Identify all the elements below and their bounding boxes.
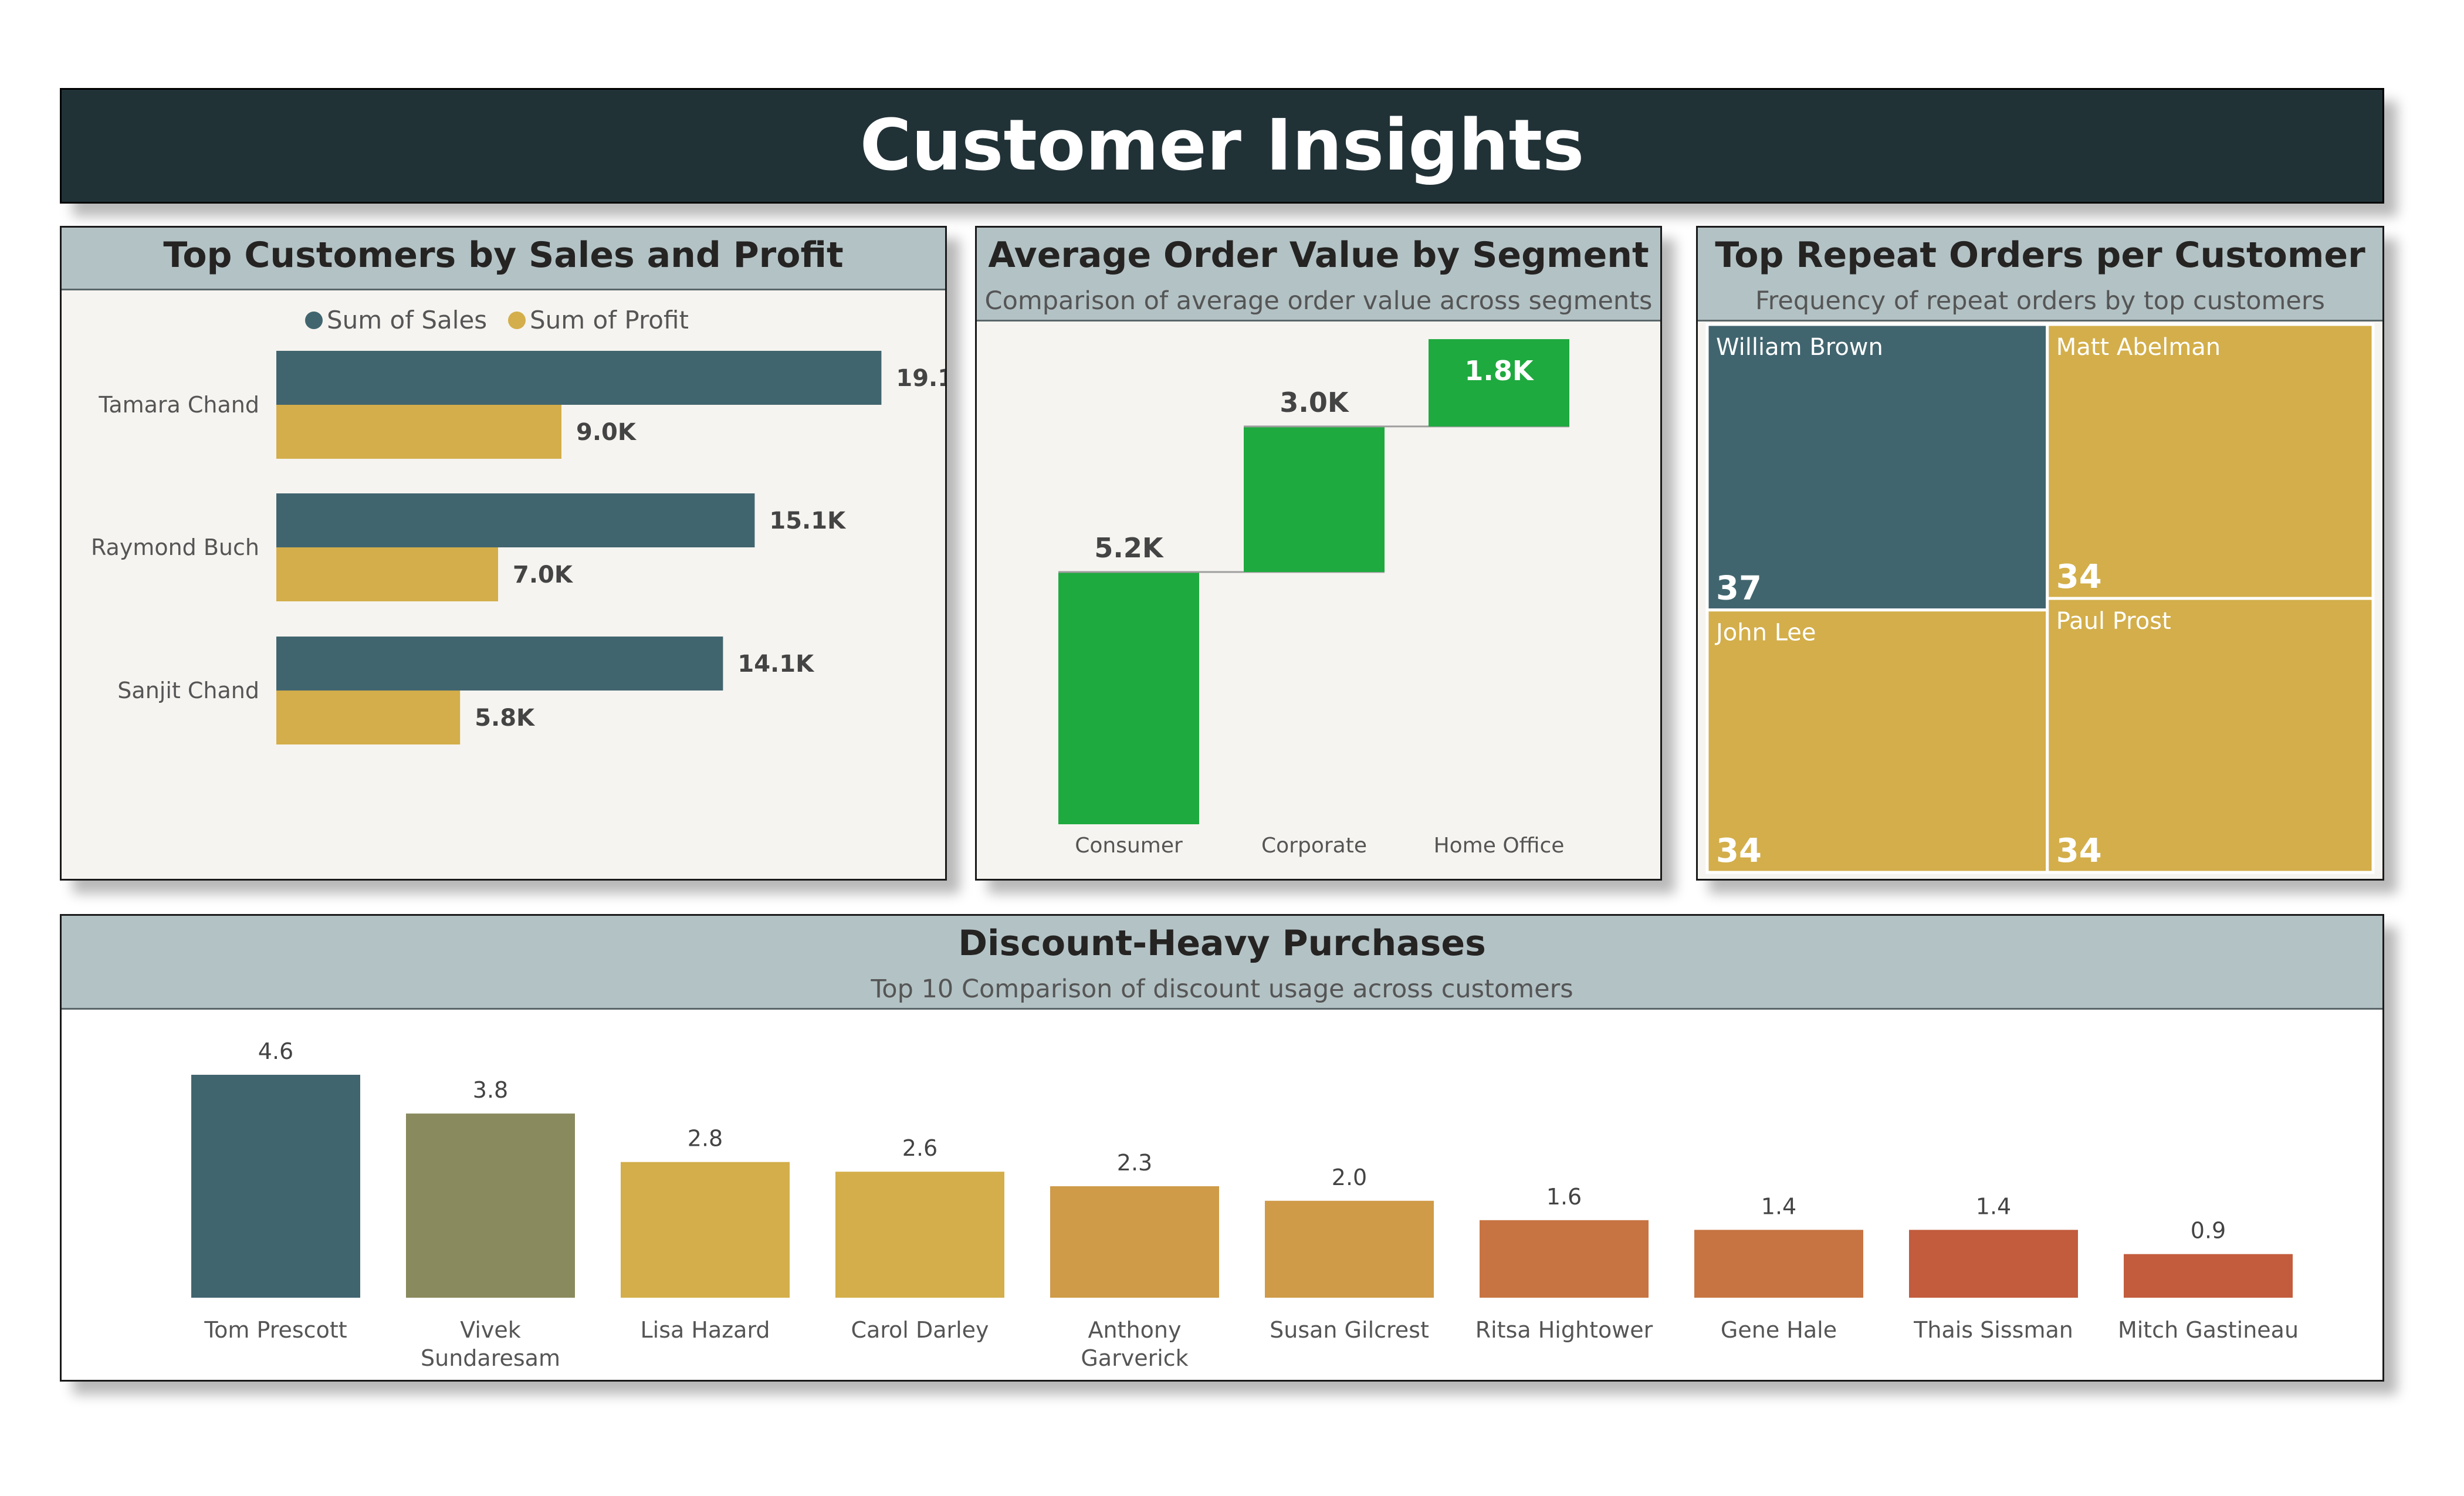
waterfall-data-label: 3.0K	[1280, 387, 1349, 418]
waterfall-data-label: 1.8K	[1464, 355, 1534, 387]
avg-order-panel: Average Order Value by Segment Compariso…	[975, 226, 1662, 881]
category-label: Sanjit Chand	[117, 678, 259, 703]
discount-category-label-line: Carol Darley	[851, 1317, 989, 1343]
sales-bar	[276, 351, 882, 405]
discount-bar	[1909, 1230, 2078, 1298]
waterfall-data-label: 5.2K	[1094, 532, 1164, 564]
discount-bar	[835, 1172, 1004, 1298]
discount-data-label: 4.6	[258, 1038, 293, 1064]
treemap-tile-label: William Brown	[1716, 334, 1883, 361]
bar-data-label: 15.1K	[769, 507, 847, 534]
treemap-tile-value: 37	[1716, 570, 1762, 608]
discount-bar	[1265, 1200, 1434, 1298]
legend-label-1: Sum of Profit	[530, 306, 689, 334]
discount-category-label: Anthony Garverick	[1081, 1317, 1188, 1371]
discount-bar	[1694, 1230, 1863, 1298]
waterfall-category-label: Home Office	[1434, 834, 1565, 858]
waterfall-bar	[1058, 572, 1199, 824]
sales-bar	[276, 493, 755, 547]
treemap-tile-value: 34	[1716, 832, 1762, 870]
discount-data-label: 2.0	[1332, 1165, 1367, 1190]
legend-marker-1	[508, 312, 526, 329]
discount-category-label-line: Gene Hale	[1721, 1317, 1837, 1343]
discount-data-label: 1.4	[1761, 1193, 1796, 1219]
treemap-tile-value: 34	[2056, 832, 2102, 870]
discount-bar	[621, 1162, 790, 1298]
bar-data-label: 14.1K	[737, 651, 815, 678]
discount-category-label-line: Mitch Gastineau	[2118, 1317, 2299, 1343]
discount-data-label: 3.8	[473, 1077, 508, 1103]
discount-category-label-line: Lisa Hazard	[640, 1317, 770, 1343]
discount-category-label-line: Garverick	[1081, 1345, 1188, 1371]
discount-bar	[2124, 1254, 2293, 1298]
discount-category-label: Gene Hale	[1721, 1317, 1837, 1343]
discount-bar	[1050, 1186, 1219, 1298]
top-customers-panel: Top Customers by Sales and Profit Sum of…	[60, 226, 947, 881]
bar-data-label: 7.0K	[513, 561, 574, 588]
discount-category-label: Lisa Hazard	[640, 1317, 770, 1343]
avg-order-waterfall-chart: 5.2K Consumer 3.0K Corporate 1.8K Home Office	[1058, 339, 1569, 858]
top-customers-chart: Sum of Sales Sum of Profit Tamara Chand 19.…	[91, 306, 945, 744]
discount-category-label: Carol Darley	[851, 1317, 989, 1343]
repeat-orders-panel: Top Repeat Orders per Customer Frequency…	[1696, 226, 2384, 881]
discount-data-label: 2.6	[902, 1135, 937, 1161]
discount-category-label-line: Anthony	[1088, 1317, 1182, 1343]
treemap-tile	[2046, 597, 2375, 874]
discount-category-label-line: Sundaresam	[421, 1345, 560, 1371]
discount-category-label: Mitch Gastineau	[2118, 1317, 2299, 1343]
treemap-tile-label: John Lee	[1714, 620, 1816, 647]
discount-category-label: Susan Gilcrest	[1270, 1317, 1429, 1343]
treemap-tile-label: Paul Prost	[2056, 608, 2171, 635]
treemap-tile	[1705, 323, 2049, 612]
sales-bar	[276, 637, 723, 691]
discount-category-label: Tom Prescott	[204, 1317, 347, 1343]
discount-data-label: 1.6	[1546, 1184, 1582, 1210]
treemap-tile-label: Matt Abelman	[2056, 334, 2221, 361]
discount-data-label: 2.3	[1117, 1150, 1152, 1176]
discount-bar	[1480, 1220, 1649, 1298]
treemap-tile	[2046, 323, 2375, 600]
bar-data-label: 19.1K	[896, 365, 945, 392]
page-header: Customer Insights	[60, 88, 2384, 204]
discount-data-label: 0.9	[2191, 1218, 2226, 1244]
top-customers-legend: Sum of Sales Sum of Profit	[305, 306, 689, 334]
discount-data-label: 1.4	[1976, 1193, 2011, 1219]
discount-category-label-line: Thais Sissman	[1913, 1317, 2073, 1343]
profit-bar	[276, 691, 461, 744]
treemap-tile-value: 34	[2056, 558, 2102, 596]
waterfall-category-label: Consumer	[1075, 834, 1183, 858]
category-label: Raymond Buch	[91, 534, 259, 560]
repeat-orders-treemap: William Brown 37 Matt Abelman 34 John Lee 34 P…	[1705, 323, 2375, 874]
waterfall-bar	[1244, 426, 1385, 572]
bar-data-label: 9.0K	[576, 419, 637, 446]
discount-data-label: 2.8	[688, 1126, 723, 1152]
discount-panel: Discount-Heavy Purchases Top 10 Comparis…	[60, 914, 2384, 1382]
legend-label-0: Sum of Sales	[327, 306, 487, 334]
discount-category-label: Vivek Sundaresam	[421, 1317, 560, 1371]
legend-marker-0	[305, 312, 323, 329]
discount-category-label-line: Vivek	[460, 1317, 521, 1343]
discount-category-label: Ritsa Hightower	[1475, 1317, 1653, 1343]
discount-category-label-line: Ritsa Hightower	[1475, 1317, 1653, 1343]
waterfall-category-label: Corporate	[1261, 834, 1367, 858]
category-label: Tamara Chand	[98, 392, 259, 418]
discount-bar-chart: 4.6 Tom Prescott 3.8 Vivek Sundaresam 2.8 Lisa…	[191, 1038, 2299, 1371]
bar-data-label: 5.8K	[475, 705, 536, 732]
profit-bar	[276, 405, 561, 459]
discount-category-label: Thais Sissman	[1913, 1317, 2073, 1343]
discount-category-label-line: Susan Gilcrest	[1270, 1317, 1429, 1343]
page-title: Customer Insights	[859, 105, 1585, 187]
discount-category-label-line: Tom Prescott	[204, 1317, 347, 1343]
profit-bar	[276, 547, 498, 601]
discount-bar	[191, 1075, 360, 1298]
discount-bar	[406, 1113, 575, 1298]
